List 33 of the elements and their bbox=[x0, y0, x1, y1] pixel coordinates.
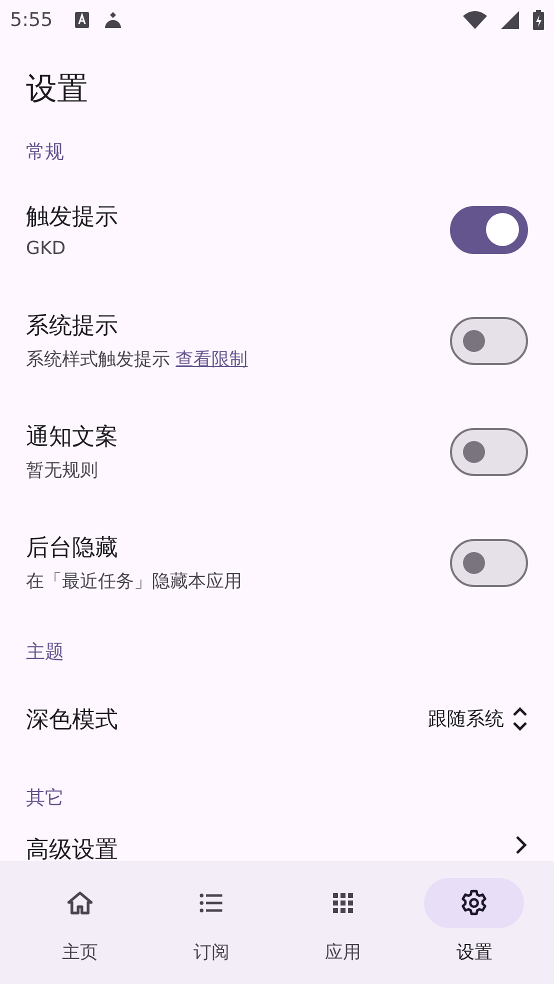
toggle-switch[interactable] bbox=[450, 206, 528, 254]
section-header: 常规 bbox=[25, 140, 65, 165]
status-time: 5:55 bbox=[10, 9, 53, 31]
setting-title: 通知文案 bbox=[26, 423, 119, 452]
person-icon bbox=[102, 12, 123, 28]
settings-icon bbox=[459, 888, 490, 918]
nav-tab[interactable]: 订阅 bbox=[161, 861, 262, 984]
toggle-switch[interactable] bbox=[450, 538, 528, 586]
limit-link[interactable]: 查看限制 bbox=[176, 349, 248, 370]
setting-description: 在「最近任务」隐藏本应用 bbox=[26, 570, 243, 593]
setting-title: 系统提示 bbox=[26, 312, 119, 341]
nav-tab[interactable]: 主页 bbox=[30, 861, 130, 984]
battery-icon bbox=[533, 10, 544, 30]
wifi-icon bbox=[463, 11, 487, 29]
chevron-right-icon bbox=[514, 834, 528, 856]
dark-mode-dropdown[interactable]: 跟随系统 bbox=[428, 705, 528, 733]
section-header: 其它 bbox=[25, 786, 65, 811]
toggle-switch[interactable] bbox=[450, 316, 528, 364]
setting-description: GKD bbox=[26, 238, 67, 258]
setting-description: 暂无规则 bbox=[26, 459, 99, 482]
nav-tab[interactable]: 设置 bbox=[424, 861, 524, 984]
toggle-switch[interactable] bbox=[450, 428, 528, 476]
page-title: 设置 bbox=[26, 70, 89, 109]
keyboard-icon bbox=[74, 12, 89, 28]
setting-title: 深色模式 bbox=[26, 706, 119, 734]
unfold-icon bbox=[512, 705, 528, 733]
setting-title: 后台隐藏 bbox=[26, 534, 119, 563]
nav-tab[interactable]: 应用 bbox=[292, 861, 393, 984]
signal-icon bbox=[501, 11, 519, 29]
section-header: 主题 bbox=[25, 640, 65, 665]
setting-description: 系统样式触发提示 查看限制 bbox=[26, 348, 249, 371]
setting-title: 高级设置 bbox=[26, 836, 119, 861]
setting-title: 触发提示 bbox=[26, 202, 119, 232]
